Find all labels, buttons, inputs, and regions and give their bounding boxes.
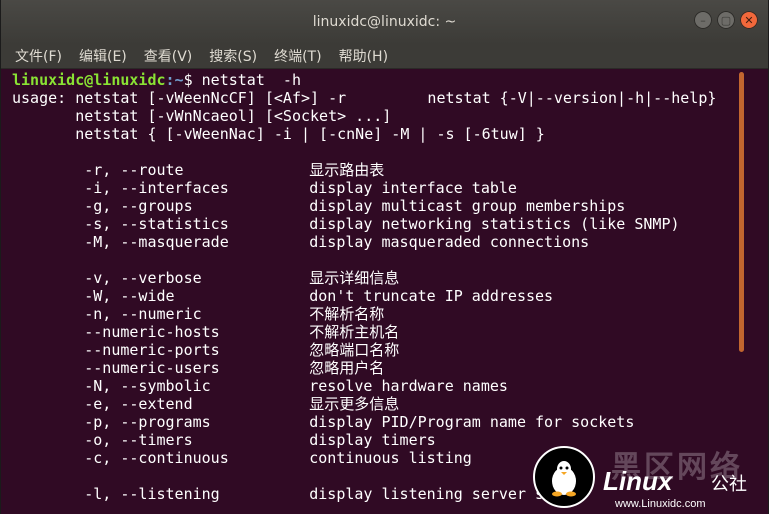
menu-edit[interactable]: 编辑(E) xyxy=(79,46,127,66)
option-row: --numeric-ports 忽略端口名称 xyxy=(12,341,768,359)
option-row: --numeric-users 忽略用户名 xyxy=(12,359,768,377)
option-description: resolve hardware names xyxy=(309,377,508,395)
prompt-line: linuxidc@linuxidc:~$ netstat -h xyxy=(12,71,768,89)
menu-search[interactable]: 搜索(S) xyxy=(209,46,257,66)
option-flag: -N, --symbolic xyxy=(84,377,211,395)
option-flag: -g, --groups xyxy=(84,197,193,215)
option-row: --numeric-hosts 不解析主机名 xyxy=(12,323,768,341)
option-description: display PID/Program name for sockets xyxy=(309,413,635,431)
option-description: 显示更多信息 xyxy=(309,395,400,413)
window-controls: – ▢ ✕ xyxy=(694,11,758,29)
option-flag: -o, --timers xyxy=(84,431,193,449)
maximize-button[interactable]: ▢ xyxy=(717,11,735,29)
usage-line: netstat [-vWnNcaeol] [<Socket> ...] xyxy=(12,107,392,125)
option-flag: -i, --interfaces xyxy=(84,179,229,197)
option-description: display interface table xyxy=(309,179,517,197)
option-description: 显示详细信息 xyxy=(309,269,400,287)
option-row: -v, --verbose 显示详细信息 xyxy=(12,269,768,287)
menu-bar: 文件(F) 编辑(E) 查看(V) 搜索(S) 终端(T) 帮助(H) xyxy=(1,44,768,69)
option-description: don't truncate IP addresses xyxy=(309,287,554,305)
option-flag: --numeric-users xyxy=(84,359,220,377)
menu-help[interactable]: 帮助(H) xyxy=(339,46,388,66)
menu-file[interactable]: 文件(F) xyxy=(15,46,62,66)
option-flag: -c, --continuous xyxy=(84,449,229,467)
command-text: netstat -h xyxy=(192,71,301,89)
option-flag: -e, --extend xyxy=(84,395,193,413)
prompt-user-host: linuxidc@linuxidc xyxy=(12,71,166,89)
option-description: display listening server s xyxy=(309,485,545,503)
option-row: -r, --route 显示路由表 xyxy=(12,161,768,179)
option-flag: -n, --numeric xyxy=(84,305,202,323)
prompt-path: :~ xyxy=(165,71,184,89)
terminal-window: linuxidc@linuxidc: ~ – ▢ ✕ 文件(F) 编辑(E) 查… xyxy=(0,0,769,514)
option-flag: -p, --programs xyxy=(84,413,211,431)
option-row: -g, --groups display multicast group memb… xyxy=(12,197,768,215)
option-flag: -M, --masquerade xyxy=(84,233,229,251)
option-description: display multicast group memberships xyxy=(309,197,626,215)
option-flag: -s, --statistics xyxy=(84,215,229,233)
option-flag: -W, --wide xyxy=(84,287,175,305)
watermark-brand-suffix: 公社 xyxy=(711,474,747,495)
minimize-button[interactable]: – xyxy=(694,11,712,29)
option-description: display timers xyxy=(309,431,436,449)
option-flag: -l, --listening xyxy=(84,485,220,503)
option-row: -n, --numeric 不解析名称 xyxy=(12,305,768,323)
option-description: display networking statistics (like SNMP… xyxy=(309,215,680,233)
option-description: 不解析名称 xyxy=(309,305,385,323)
option-description: 显示路由表 xyxy=(309,161,385,179)
option-flag: -r, --route xyxy=(84,161,184,179)
option-flag: --numeric-ports xyxy=(84,341,220,359)
window-title: linuxidc@linuxidc: ~ xyxy=(312,14,457,30)
option-row: -W, --wide don't truncate IP addresses xyxy=(12,287,768,305)
option-row: -e, --extend 显示更多信息 xyxy=(12,395,768,413)
option-row: -M, --masquerade display masqueraded conn… xyxy=(12,233,768,251)
menu-view[interactable]: 查看(V) xyxy=(144,46,193,66)
prompt-symbol: $ xyxy=(183,71,193,89)
tux-logo-icon xyxy=(533,446,595,508)
close-button[interactable]: ✕ xyxy=(740,11,758,29)
option-flag: --numeric-hosts xyxy=(84,323,220,341)
option-row: -i, --interfaces display interface table xyxy=(12,179,768,197)
option-flag: -v, --verbose xyxy=(84,269,202,287)
watermark-url: www.Linuxidc.com xyxy=(615,498,706,510)
scrollbar[interactable] xyxy=(739,72,744,352)
option-description: display masqueraded connections xyxy=(309,233,590,251)
option-row: -N, --symbolic resolve hardware names xyxy=(12,377,768,395)
option-description: 不解析主机名 xyxy=(309,323,400,341)
watermark-brand: Linux xyxy=(603,466,673,496)
usage-line: usage: netstat [-vWeenNcCF] [<Af>] -r ne… xyxy=(12,89,717,107)
option-row: -p, --programs display PID/Program name f… xyxy=(12,413,768,431)
option-description: 忽略端口名称 xyxy=(309,341,400,359)
watermark: 黑区网络 Linux 公社 www.Linuxidc.com xyxy=(533,444,768,514)
menu-terminal[interactable]: 终端(T) xyxy=(274,46,321,66)
title-bar[interactable]: linuxidc@linuxidc: ~ – ▢ ✕ xyxy=(1,0,768,44)
option-row: -s, --statistics display networking stati… xyxy=(12,215,768,233)
option-description: 忽略用户名 xyxy=(309,359,385,377)
usage-line: netstat { [-vWeenNac] -i | [-cnNe] -M | … xyxy=(12,125,545,143)
option-description: continuous listing xyxy=(309,449,472,467)
